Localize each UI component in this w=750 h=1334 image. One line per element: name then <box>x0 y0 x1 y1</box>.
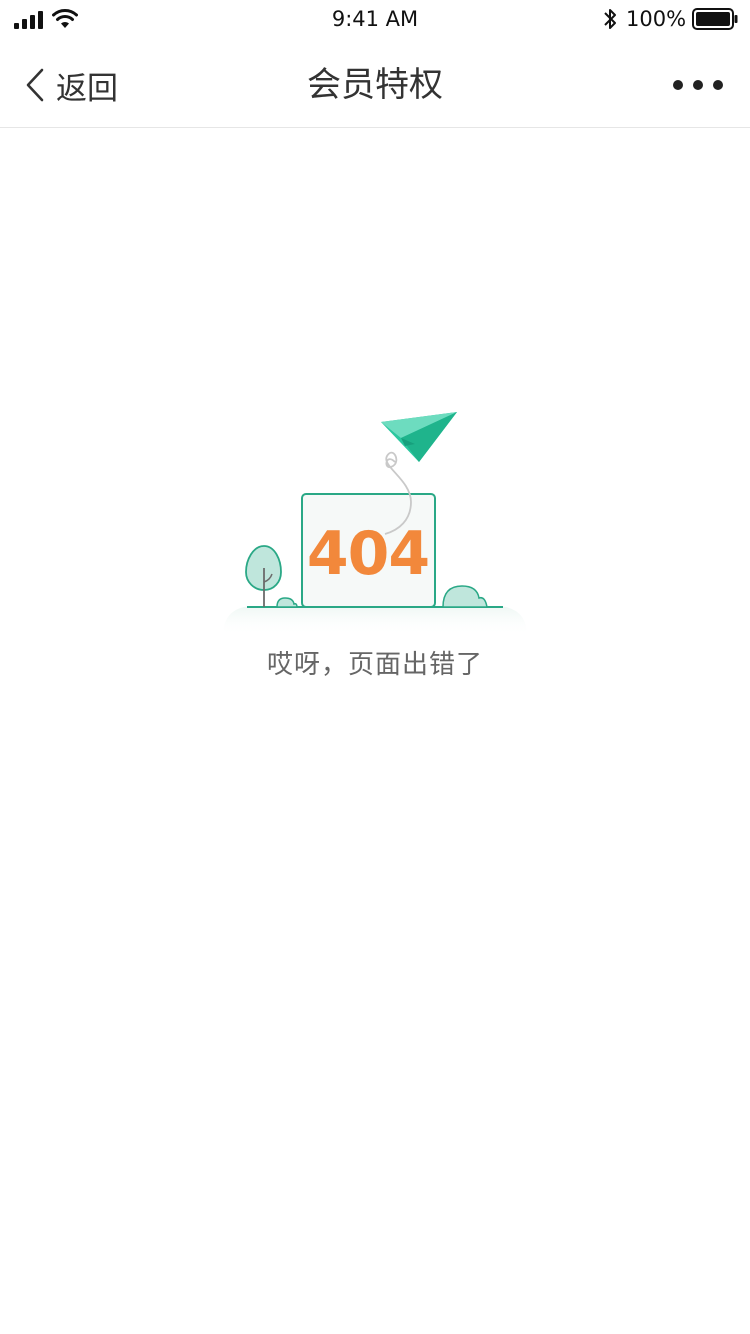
status-bar: 9:41 AM 100% <box>0 0 750 40</box>
bush-large-icon <box>442 585 488 608</box>
bush-small-icon <box>276 597 298 608</box>
bluetooth-icon <box>604 9 616 29</box>
tree-icon <box>245 545 282 607</box>
app-screen: 9:41 AM 100% 返回 会员特权 404 哎呀，页面出错了 <box>0 0 750 1334</box>
error-message: 哎呀，页面出错了 <box>266 650 483 680</box>
nav-bar: 返回 会员特权 <box>0 40 750 128</box>
battery-icon <box>692 8 738 30</box>
more-dots-icon[interactable] <box>670 70 726 100</box>
error-code: 404 <box>307 519 429 589</box>
ground-shadow <box>223 606 527 636</box>
battery-percent: 100% <box>626 7 687 31</box>
page-title: 会员特权 <box>307 65 443 105</box>
paper-plane-icon <box>381 412 457 462</box>
error-illustration: 404 <box>223 412 527 636</box>
